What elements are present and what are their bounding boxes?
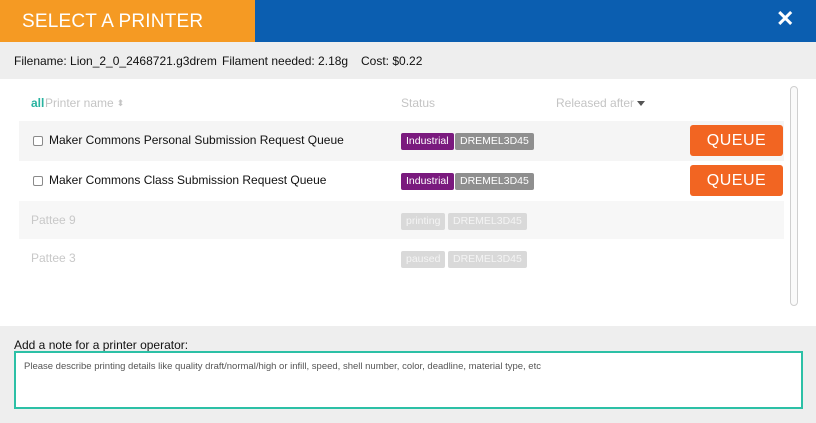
column-released-after-label: Released after: [556, 96, 635, 110]
close-icon[interactable]: ✕: [776, 8, 794, 30]
cost-text: Cost: $0.22: [361, 54, 423, 68]
dialog-header: SELECT A PRINTER ✕: [0, 0, 816, 42]
printer-checkbox[interactable]: [33, 176, 43, 186]
printer-name: Maker Commons Personal Submission Reques…: [49, 133, 344, 147]
column-status[interactable]: Status: [401, 96, 435, 110]
sort-icon: ⬍: [116, 98, 125, 108]
printer-name: Maker Commons Class Submission Request Q…: [49, 173, 327, 187]
printer-row: Pattee 3 paused DREMEL3D45: [19, 239, 784, 279]
filter-all-link[interactable]: all: [31, 96, 44, 110]
list-scrollbar[interactable]: [790, 86, 798, 306]
title-tab: SELECT A PRINTER: [0, 0, 255, 42]
printer-name: Pattee 9: [31, 213, 76, 227]
note-section: Add a note for a printer operator:: [0, 326, 816, 423]
printer-row: Pattee 9 printing DREMEL3D45: [19, 201, 784, 241]
status-badge: paused: [401, 251, 446, 268]
column-printer-name[interactable]: Printer name ⬍: [45, 96, 124, 110]
model-badge: DREMEL3D45: [455, 173, 534, 190]
operator-note-input[interactable]: [14, 351, 803, 409]
status-badge: Industrial: [401, 173, 454, 190]
file-info-bar: Filename: Lion_2_0_2468721.g3drem Filame…: [0, 42, 816, 79]
printer-list: all Printer name ⬍ Status Released after …: [15, 86, 801, 322]
queue-button[interactable]: QUEUE: [690, 125, 783, 156]
model-badge: DREMEL3D45: [448, 213, 527, 230]
printer-name: Pattee 3: [31, 251, 76, 265]
printer-row[interactable]: Maker Commons Class Submission Request Q…: [19, 161, 784, 201]
note-label: Add a note for a printer operator:: [14, 338, 189, 352]
model-badge: DREMEL3D45: [455, 133, 534, 150]
select-printer-dialog: SELECT A PRINTER ✕ Filename: Lion_2_0_24…: [0, 0, 816, 423]
column-printer-name-label: Printer name: [45, 96, 114, 110]
status-badge: printing: [401, 213, 446, 230]
queue-button[interactable]: QUEUE: [690, 165, 783, 196]
column-released-after[interactable]: Released after: [556, 96, 646, 110]
printer-row[interactable]: Maker Commons Personal Submission Reques…: [19, 121, 784, 161]
filament-text: Filament needed: 2.18g: [222, 54, 349, 68]
printer-checkbox[interactable]: [33, 136, 43, 146]
chevron-down-icon: [637, 101, 646, 106]
model-badge: DREMEL3D45: [448, 251, 527, 268]
dialog-title: SELECT A PRINTER: [22, 11, 204, 32]
status-badge: Industrial: [401, 133, 454, 150]
filename-text: Filename: Lion_2_0_2468721.g3drem: [14, 54, 217, 68]
